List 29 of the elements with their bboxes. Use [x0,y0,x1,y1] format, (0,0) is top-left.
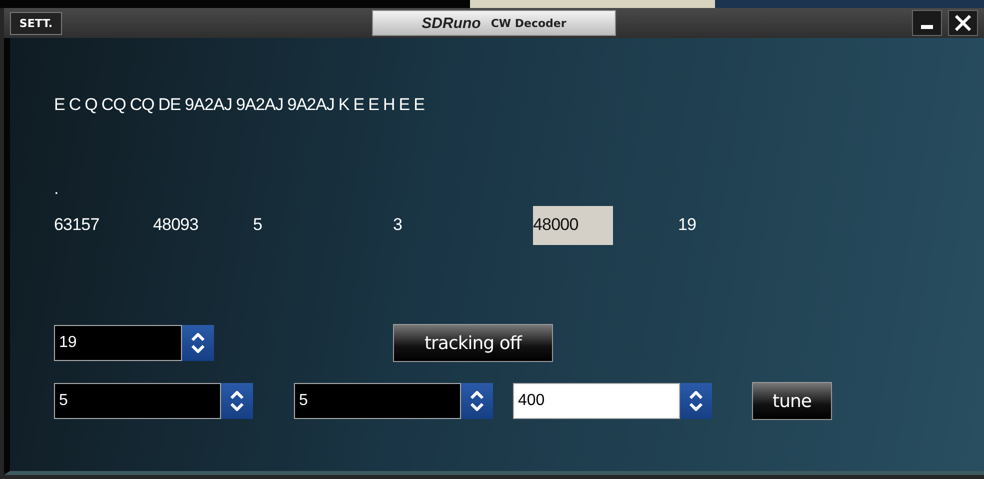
readout-value: 63157 [54,215,100,235]
readout-value: 3 [393,215,402,235]
window-title: CW Decoder [490,16,566,30]
spin-buttons[interactable] [680,383,712,419]
spin-buttons[interactable] [461,383,493,419]
up-down-icon [230,391,244,411]
up-down-icon [191,333,205,353]
number-field[interactable]: 19 [54,325,182,361]
minimize-button[interactable] [912,10,942,36]
readout-value: 19 [678,215,696,235]
up-down-icon [689,391,703,411]
logo-text: SDRuno [422,14,481,32]
readout-value: 48000 [533,206,613,244]
close-icon [955,15,971,31]
tracking-button[interactable]: tracking off [393,324,553,362]
close-button[interactable] [948,10,978,36]
up-down-icon [470,391,484,411]
number-field[interactable]: 400 [513,383,680,419]
number-field[interactable]: 5 [294,383,461,419]
tune-button[interactable]: tune [752,382,832,420]
minimize-icon [921,25,933,29]
readout-value: 48093 [153,215,198,235]
spin-buttons[interactable] [182,325,214,361]
readout-value: 5 [253,215,262,235]
status-mark: . [54,179,59,198]
settings-button[interactable]: SETT. [10,12,62,34]
decoded-text: E C Q CQ CQ DE 9A2AJ 9A2AJ 9A2AJ K E E H E E [54,95,426,116]
spin-buttons[interactable] [221,383,253,419]
number-field[interactable]: 5 [54,383,221,419]
